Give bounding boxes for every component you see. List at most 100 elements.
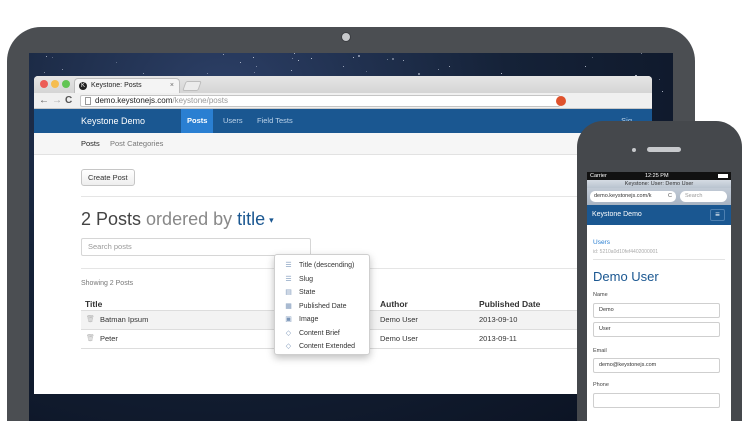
star: [62, 69, 63, 70]
caret-down-icon[interactable]: ▾: [269, 215, 274, 225]
maximize-window-icon[interactable]: [62, 80, 70, 88]
star: [592, 57, 593, 58]
name-label: Name: [593, 292, 608, 298]
text-field-icon: ☰: [285, 275, 292, 283]
delete-icon[interactable]: 🗑: [86, 330, 95, 348]
close-window-icon[interactable]: [40, 80, 48, 88]
ordered-by-text: ordered by: [146, 209, 233, 229]
row-author: Demo User: [380, 334, 418, 343]
clock: 12:25 PM: [645, 173, 669, 179]
star: [253, 57, 254, 58]
breadcrumb[interactable]: Users: [593, 239, 610, 246]
carrier-label: Carrier: [590, 173, 607, 179]
tab-close-icon[interactable]: ×: [170, 79, 174, 92]
browser-tab[interactable]: K Keystone: Posts ×: [74, 78, 180, 93]
minimize-window-icon[interactable]: [51, 80, 59, 88]
forward-icon[interactable]: →: [52, 94, 62, 107]
phone-brand-link[interactable]: Keystone Demo: [592, 205, 642, 225]
nav-item-field-tests[interactable]: Field Tests: [251, 109, 299, 133]
email-field[interactable]: demo@keystonejs.com: [593, 358, 720, 373]
text-field-icon: ☰: [285, 262, 292, 269]
star: [641, 53, 642, 54]
star: [358, 55, 360, 57]
star: [298, 60, 299, 61]
phone-field[interactable]: [593, 393, 720, 408]
star: [501, 73, 502, 74]
select-icon: ▤: [285, 289, 292, 296]
phone-search-field[interactable]: Search: [680, 191, 727, 202]
html-icon: ◇: [285, 329, 292, 337]
sort-option-label: Image: [299, 316, 319, 323]
nav-item-users[interactable]: Users: [217, 109, 249, 133]
sort-option-label: Content Extended: [299, 343, 356, 350]
star: [291, 70, 292, 71]
extension-icon[interactable]: [556, 96, 566, 106]
phone-frame: Carrier 12:25 PM Keystone: User: Demo Us…: [577, 121, 742, 421]
back-icon[interactable]: ←: [39, 94, 49, 107]
star: [46, 56, 47, 57]
star: [387, 59, 388, 60]
star: [292, 58, 293, 59]
url-path: /keystone/posts: [172, 96, 228, 105]
column-header-author[interactable]: Author: [380, 299, 408, 309]
star: [392, 58, 394, 60]
phone-address-bar: demo.keystonejs.com/k C Search: [587, 188, 731, 205]
tab-title: Keystone: Posts: [91, 82, 142, 89]
sort-option-title-descending[interactable]: ☰ Title (descending): [275, 259, 369, 273]
phone-url-field[interactable]: demo.keystonejs.com/k C: [590, 191, 676, 202]
delete-icon[interactable]: 🗑: [86, 311, 95, 329]
sort-field-toggle[interactable]: title: [237, 209, 265, 229]
star: [343, 66, 344, 67]
subnav-item-posts[interactable]: Posts: [81, 133, 100, 155]
nav-item-posts[interactable]: Posts: [181, 109, 214, 133]
sort-option-state[interactable]: ▤ State: [275, 286, 369, 300]
star: [116, 62, 117, 63]
email-label: Email: [593, 348, 607, 354]
star: [223, 54, 224, 55]
address-bar: ← → C demo.keystonejs.com/keystone/posts: [34, 93, 652, 109]
row-author: Demo User: [380, 315, 418, 324]
star: [143, 73, 144, 74]
html-icon: ◇: [285, 343, 292, 350]
first-name-field[interactable]: Demo: [593, 303, 720, 318]
last-name-field[interactable]: User: [593, 322, 720, 337]
star: [294, 53, 295, 54]
star: [403, 60, 404, 61]
star: [254, 72, 255, 73]
create-post-button[interactable]: Create Post: [81, 169, 135, 186]
brand-link[interactable]: Keystone Demo: [81, 109, 145, 133]
laptop-camera: [342, 33, 350, 41]
sort-option-image[interactable]: ▣ Image: [275, 313, 369, 327]
sort-option-published-date[interactable]: ▦ Published Date: [275, 300, 369, 314]
hamburger-menu-icon[interactable]: ≡: [710, 209, 725, 221]
page-title: 2 Posts ordered by title ▾: [81, 208, 274, 231]
star: [659, 79, 660, 80]
keystone-logo-icon: K: [79, 82, 87, 90]
column-header-published-date[interactable]: Published Date: [479, 299, 540, 309]
sort-dropdown-menu: ☰ Title (descending) ☰ Slug ▤ State ▦ Publis…: [274, 254, 370, 355]
record-heading: Demo User: [593, 269, 659, 284]
reload-icon[interactable]: C: [668, 191, 672, 202]
row-date: 2013-09-10: [479, 315, 518, 324]
url-field[interactable]: demo.keystonejs.com/keystone/posts: [80, 95, 560, 107]
divider: [593, 259, 725, 260]
column-header-title[interactable]: Title: [85, 299, 102, 309]
star: [585, 66, 586, 67]
subnav-item-post-categories[interactable]: Post Categories: [110, 133, 163, 155]
row-title-link[interactable]: Peter: [100, 330, 118, 348]
phone-screen: Carrier 12:25 PM Keystone: User: Demo Us…: [587, 172, 731, 421]
phone-page-title: Keystone: User: Demo User: [587, 180, 731, 188]
sort-option-content-brief[interactable]: ◇ Content Brief: [275, 327, 369, 341]
star: [311, 58, 312, 59]
row-title-link[interactable]: Batman Ipsum: [100, 311, 148, 329]
row-date: 2013-09-11: [479, 334, 517, 343]
sort-option-slug[interactable]: ☰ Slug: [275, 273, 369, 287]
star: [449, 66, 450, 67]
reload-icon[interactable]: C: [65, 94, 72, 107]
new-tab-button[interactable]: [182, 81, 202, 91]
star: [662, 91, 663, 92]
star: [366, 71, 367, 72]
phone-status-bar: Carrier 12:25 PM: [587, 172, 731, 180]
browser-tab-bar: K Keystone: Posts ×: [34, 76, 652, 93]
sort-option-content-extended[interactable]: ◇ Content Extended: [275, 340, 369, 354]
